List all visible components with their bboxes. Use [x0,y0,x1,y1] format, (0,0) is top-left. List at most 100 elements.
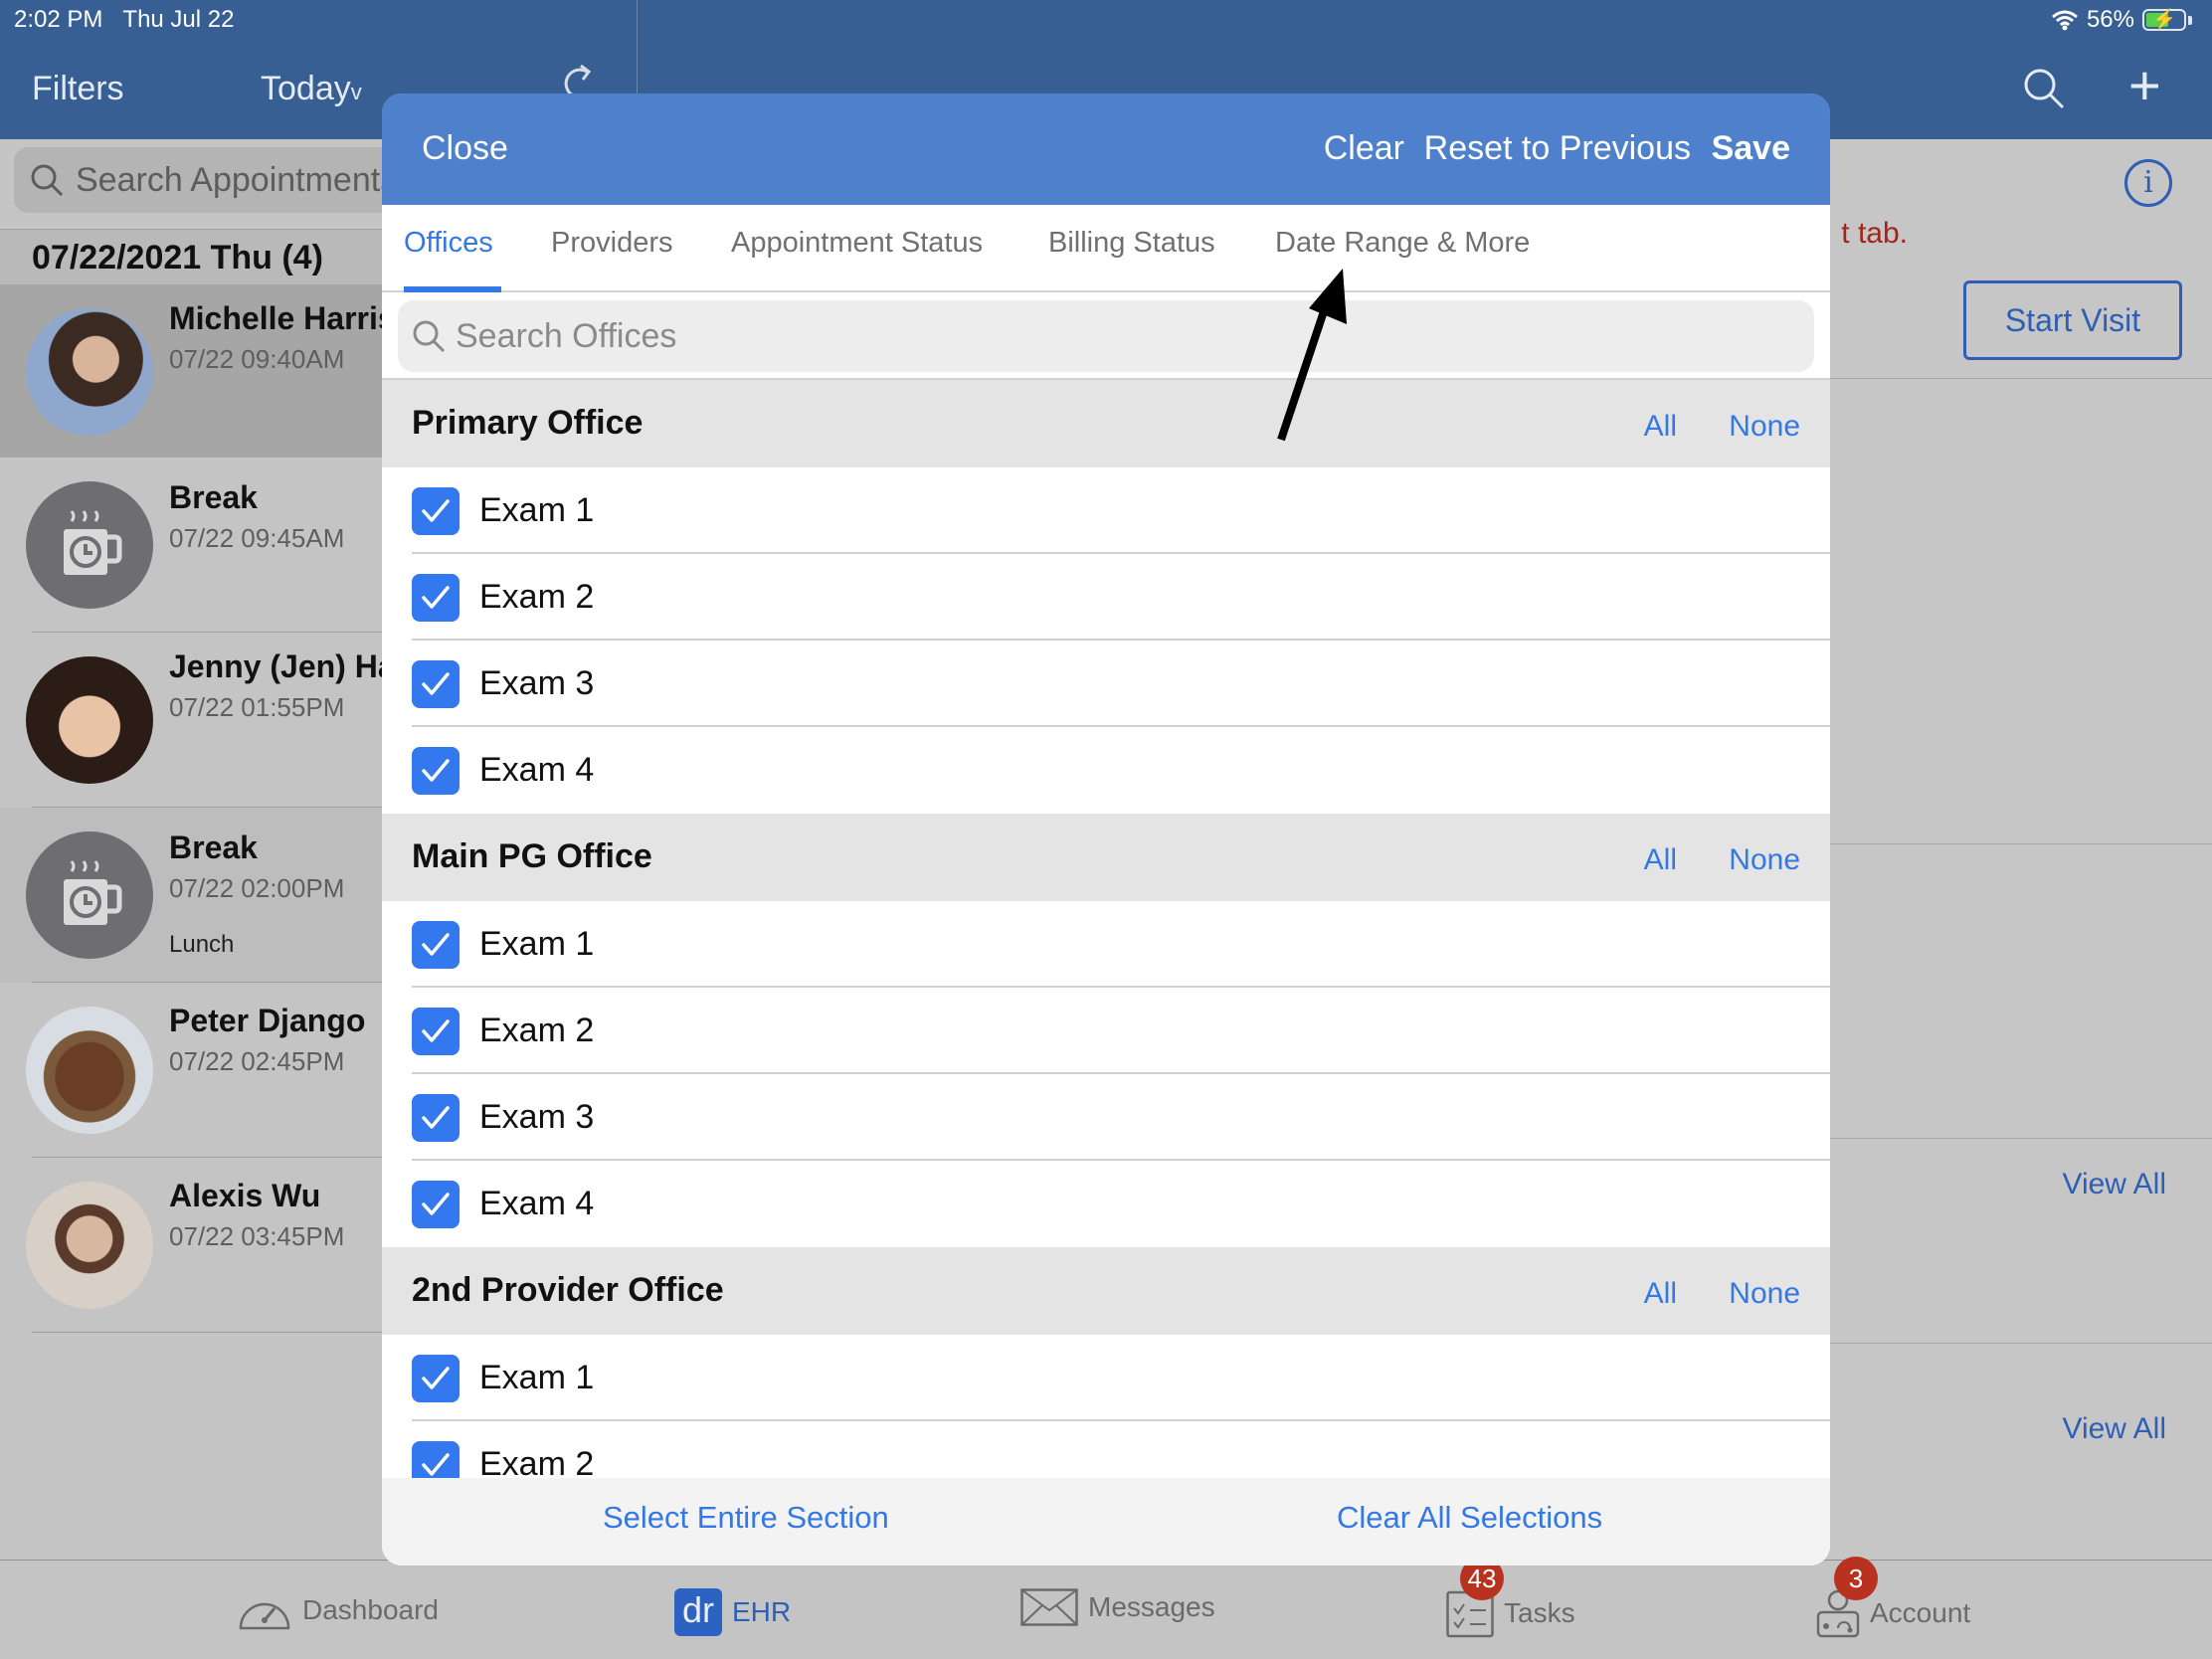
section-header: 2nd Provider Office All None [382,1247,1830,1335]
tab-messages[interactable]: Messages [1020,1588,1215,1626]
status-indicators: 56% ⚡ [2051,6,2192,34]
room-label: Exam 4 [479,751,595,789]
select-entire-section-button[interactable]: Select Entire Section [603,1500,889,1536]
checkmark-icon [422,1193,450,1215]
envelope-icon [1020,1588,1078,1626]
tab-billing-status[interactable]: Billing Status [1048,227,1215,260]
select-none-link[interactable]: None [1729,410,1800,444]
chevron-down-icon: v [350,80,362,104]
reset-to-previous-button[interactable]: Reset to Previous [1424,129,1691,168]
office-room-row[interactable]: Exam 2 [382,988,1830,1074]
avatar [26,308,153,436]
section-title: Primary Office [412,404,644,442]
checkbox[interactable] [412,747,460,795]
checkmark-icon [422,1019,450,1042]
checkbox[interactable] [412,487,460,535]
section-header: Primary Office All None [382,380,1830,467]
modal-header: Close Clear Reset to Previous Save [382,93,1830,205]
avatar [26,1182,153,1309]
wifi-icon [2051,10,2078,31]
checkbox[interactable] [412,1181,460,1228]
annotation-arrow-icon [1277,269,1347,442]
clear-button[interactable]: Clear [1324,129,1404,168]
office-room-row[interactable]: Exam 1 [382,1335,1830,1421]
add-icon[interactable]: + [2128,58,2161,113]
search-offices-input[interactable]: Search Offices [398,300,1814,372]
warning-message: t tab. [1841,217,1908,250]
search-icon [413,320,446,353]
tab-offices[interactable]: Offices [404,227,493,260]
active-tab-indicator [404,286,501,292]
tab-date-range-more[interactable]: Date Range & More [1275,227,1530,260]
checkmark-icon [422,499,450,522]
office-room-row[interactable]: Exam 3 [382,1074,1830,1161]
checkbox[interactable] [412,660,460,708]
room-label: Exam 1 [479,1359,595,1396]
checkmark-icon [422,1106,450,1129]
checkbox[interactable] [412,574,460,622]
clear-all-selections-button[interactable]: Clear All Selections [1337,1500,1602,1536]
info-icon[interactable]: i [2124,159,2172,207]
view-all-link[interactable]: View All [2062,1412,2166,1446]
checkmark-icon [422,672,450,695]
office-room-row[interactable]: Exam 3 [382,641,1830,727]
filters-button[interactable]: Filters [32,70,124,108]
today-dropdown[interactable]: Todayv [261,70,362,108]
select-none-link[interactable]: None [1729,1277,1800,1311]
offices-list: Primary Office All None Exam 1 Exam 2 Exam 3 E… [382,378,1830,1478]
battery-icon: ⚡ [2142,9,2186,31]
section-header: Main PG Office All None [382,814,1830,901]
close-button[interactable]: Close [422,129,508,168]
account-badge: 3 [1834,1557,1878,1600]
section-title: 2nd Provider Office [412,1271,724,1309]
checkmark-icon [422,1453,450,1476]
coffee-break-icon [26,481,153,609]
coffee-break-icon [26,831,153,959]
view-all-link[interactable]: View All [2062,1168,2166,1201]
bottom-tab-bar: Dashboard dr EHR Messages Tasks 43 Accou… [0,1557,2212,1659]
tab-providers[interactable]: Providers [551,227,673,260]
office-room-row[interactable]: Exam 1 [382,467,1830,554]
room-label: Exam 2 [479,1445,595,1478]
office-room-row[interactable]: Exam 1 [382,901,1830,988]
select-all-link[interactable]: All [1644,1277,1677,1311]
room-label: Exam 3 [479,664,595,702]
tab-tasks[interactable]: Tasks 43 [1446,1557,1575,1638]
checkbox[interactable] [412,921,460,969]
filter-modal: Close Clear Reset to Previous Save Offic… [382,93,1830,1566]
select-all-link[interactable]: All [1644,410,1677,444]
dashboard-gauge-icon [239,1602,290,1630]
search-icon [31,164,64,197]
tab-appointment-status[interactable]: Appointment Status [731,227,983,260]
dr-logo-icon: dr [674,1588,722,1636]
room-label: Exam 4 [479,1185,595,1222]
office-room-row[interactable]: Exam 4 [382,727,1830,814]
room-label: Exam 1 [479,925,595,963]
room-label: Exam 2 [479,578,595,616]
checkbox[interactable] [412,1355,460,1402]
select-all-link[interactable]: All [1644,843,1677,877]
checkmark-icon [422,1367,450,1389]
checkbox[interactable] [412,1008,460,1055]
room-label: Exam 3 [479,1098,595,1136]
office-room-row[interactable]: Exam 4 [382,1161,1830,1247]
office-room-row[interactable]: Exam 2 [382,554,1830,641]
save-button[interactable]: Save [1712,129,1790,168]
avatar [26,656,153,784]
checkmark-icon [422,759,450,782]
select-none-link[interactable]: None [1729,843,1800,877]
search-icon[interactable] [2021,66,2067,116]
checkbox[interactable] [412,1441,460,1478]
tab-dashboard[interactable]: Dashboard [237,1588,439,1632]
room-label: Exam 1 [479,491,595,529]
checkmark-icon [422,933,450,956]
section-title: Main PG Office [412,837,652,875]
start-visit-button[interactable]: Start Visit [1963,280,2182,360]
modal-footer: Select Entire Section Clear All Selectio… [382,1478,1830,1566]
office-room-row[interactable]: Exam 2 [382,1421,1830,1478]
tab-ehr[interactable]: dr EHR [674,1588,791,1636]
room-label: Exam 2 [479,1012,595,1049]
tab-account[interactable]: Account 3 [1816,1557,1970,1638]
status-time: 2:02 PM Thu Jul 22 [14,6,235,33]
checkbox[interactable] [412,1094,460,1142]
